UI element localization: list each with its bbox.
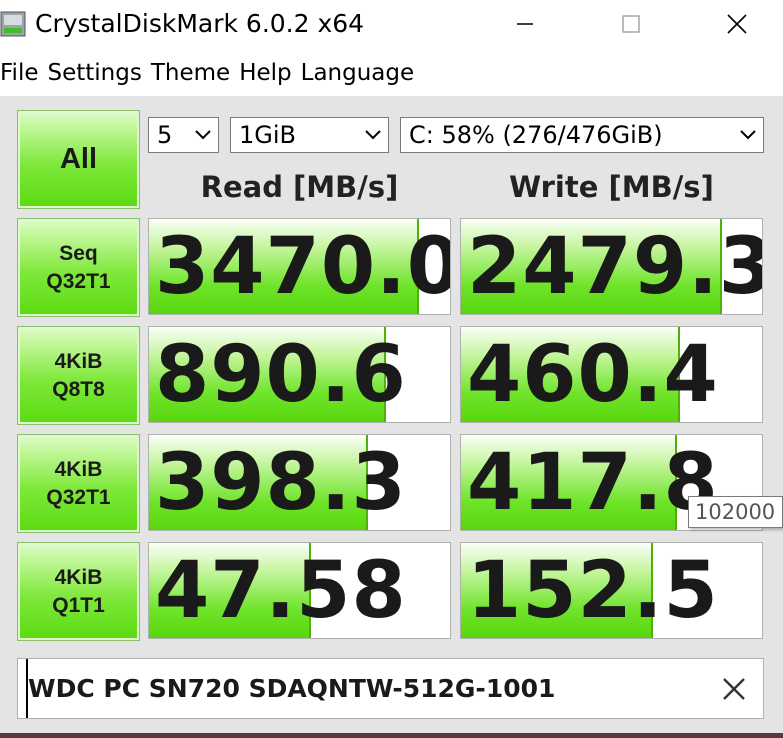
disk-drive-icon [0, 10, 28, 40]
test-button-line2: Q8T8 [52, 377, 105, 401]
menu-theme[interactable]: Theme [151, 56, 230, 90]
write-result-cell: 2479.3 [460, 218, 763, 315]
read-result-cell: 890.6 [148, 326, 451, 423]
test-button-line2: Q32T1 [46, 485, 111, 509]
drive-select[interactable]: C: 58% (276/476GiB) [400, 117, 764, 153]
write-result-value: 460.4 [467, 330, 719, 420]
read-header: Read [MB/s] [200, 170, 399, 204]
test-count-select[interactable]: 5 [148, 117, 219, 153]
test-button-line1: Seq [59, 241, 98, 265]
chevron-down-icon [358, 118, 388, 152]
menu-file[interactable]: File [0, 56, 39, 90]
taskbar-edge [0, 733, 783, 738]
all-button-label: All [59, 143, 98, 175]
test-button-line2: Q1T1 [52, 593, 105, 617]
test-button-line2: Q32T1 [46, 269, 111, 293]
menu-settings[interactable]: Settings [48, 56, 142, 90]
test-button-4kib-q8t8[interactable]: 4KiB Q8T8 [17, 326, 140, 425]
test-button-seq-q32t1[interactable]: Seq Q32T1 [17, 218, 140, 317]
close-icon [727, 14, 747, 34]
test-count-value: 5 [157, 121, 173, 149]
write-result-cell: 152.5 [460, 542, 763, 639]
write-result-value: 2479.3 [467, 222, 763, 312]
value-tooltip: 102000 [688, 496, 783, 528]
all-button[interactable]: All [17, 110, 140, 209]
chevron-down-icon [188, 118, 218, 152]
read-result-value: 47.58 [155, 546, 407, 636]
minimize-icon [517, 23, 533, 25]
close-button[interactable] [707, 0, 767, 48]
test-button-line1: 4KiB [54, 457, 103, 481]
menu-language[interactable]: Language [301, 56, 415, 90]
read-result-value: 890.6 [155, 330, 407, 420]
menu-bar: File Settings Theme Help Language [0, 56, 423, 90]
drive-value: C: 58% (276/476GiB) [409, 121, 663, 149]
read-result-value: 3470.0 [155, 222, 451, 312]
title-bar: CrystalDiskMark 6.0.2 x64 [0, 0, 783, 50]
maximize-button[interactable] [601, 0, 661, 48]
minimize-button[interactable] [495, 0, 555, 48]
comment-input[interactable]: WDC PC SN720 SDAQNTW-512G-1001 [26, 659, 708, 718]
test-button-4kib-q1t1[interactable]: 4KiB Q1T1 [17, 542, 140, 641]
window-title: CrystalDiskMark 6.0.2 x64 [35, 9, 365, 38]
menu-help[interactable]: Help [239, 56, 291, 90]
clear-x-icon[interactable] [718, 673, 750, 705]
test-button-4kib-q32t1[interactable]: 4KiB Q32T1 [17, 434, 140, 533]
test-button-line1: 4KiB [54, 565, 103, 589]
write-header: Write [MB/s] [509, 170, 714, 204]
read-result-value: 398.3 [155, 438, 407, 528]
read-result-cell: 47.58 [148, 542, 451, 639]
read-result-cell: 398.3 [148, 434, 451, 531]
maximize-icon [622, 15, 640, 33]
test-size-select[interactable]: 1GiB [230, 117, 389, 153]
chevron-down-icon [733, 118, 763, 152]
write-result-value: 417.8 [467, 438, 719, 528]
comment-box: WDC PC SN720 SDAQNTW-512G-1001 [17, 658, 764, 719]
read-result-cell: 3470.0 [148, 218, 451, 315]
test-button-line1: 4KiB [54, 349, 103, 373]
test-size-value: 1GiB [239, 121, 296, 149]
write-result-cell: 460.4 [460, 326, 763, 423]
write-result-value: 152.5 [467, 546, 719, 636]
